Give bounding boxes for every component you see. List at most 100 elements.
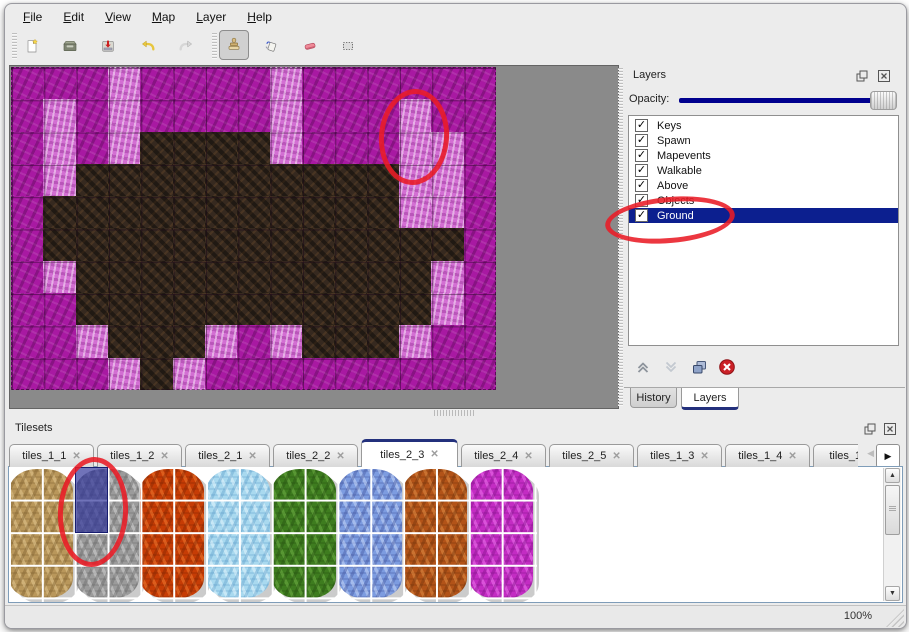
dock-tab-layers[interactable]: Layers [681,388,739,410]
opacity-slider-track[interactable] [679,98,895,103]
map-tile-dark-rock[interactable] [140,293,172,325]
map-tile-magenta-ground[interactable] [302,99,334,131]
map-tile-pink-tree[interactable] [108,99,140,131]
tileset-tree-ice-blue[interactable] [206,469,270,598]
layer-visibility-checkbox[interactable]: ✓ [635,209,648,222]
map-tile-magenta-ground[interactable] [205,358,237,390]
tileset-content[interactable]: ▲ ▼ [8,466,903,603]
map-tile-magenta-ground[interactable] [205,99,237,131]
map-tile-dark-rock[interactable] [205,196,237,228]
map-tile-dark-rock[interactable] [270,164,302,196]
map-tile-magenta-ground[interactable] [270,358,302,390]
map-tile-magenta-ground[interactable] [173,67,205,99]
map-tile-dark-rock[interactable] [205,164,237,196]
map-tile-pink-tree[interactable] [270,67,302,99]
tileset-tab-tiles_1_1[interactable]: tiles_1_1✕ [9,444,94,467]
map-canvas[interactable] [9,65,619,409]
dock-splitter-gripper[interactable] [618,68,623,406]
menu-item-view[interactable]: View [95,7,142,26]
float-panel-icon[interactable] [863,422,877,436]
map-tile-magenta-ground[interactable] [11,164,43,196]
tileset-tree-green[interactable] [272,469,336,598]
map-tile-dark-rock[interactable] [334,196,366,228]
map-tile-dark-rock[interactable] [43,196,75,228]
menu-item-layer[interactable]: Layer [186,7,237,26]
tileset-tab-tiles_2_1[interactable]: tiles_2_1✕ [185,444,270,467]
map-tile-pink-tree[interactable] [43,132,75,164]
tileset-scrollbar[interactable]: ▲ ▼ [883,468,901,601]
opacity-slider-handle[interactable] [870,91,897,110]
map-tile-magenta-ground[interactable] [140,67,172,99]
map-tile-dark-rock[interactable] [108,228,140,260]
menu-item-map[interactable]: Map [142,7,186,26]
tileset-tab-tiles_2_5[interactable]: tiles_2_5✕ [549,444,634,467]
map-tile-dark-rock[interactable] [302,164,334,196]
map-tile-dark-rock[interactable] [43,228,75,260]
toolbar-gripper[interactable] [212,33,217,59]
map-tile-pink-tree[interactable] [76,325,108,357]
tileset-tab-tiles_1_3[interactable]: tiles_1_3✕ [637,444,722,467]
map-tile-magenta-ground[interactable] [464,132,496,164]
map-tile-dark-rock[interactable] [140,196,172,228]
map-tile-magenta-ground[interactable] [43,67,75,99]
close-panel-icon[interactable] [877,69,891,83]
map-tile-pink-tree[interactable] [431,261,463,293]
fill-tool-button[interactable] [258,32,286,60]
map-tile-magenta-ground[interactable] [237,99,269,131]
map-tile-dark-rock[interactable] [76,196,108,228]
map-tile-magenta-ground[interactable] [464,261,496,293]
scroll-up-button[interactable]: ▲ [885,468,900,483]
map-tile-magenta-ground[interactable] [11,132,43,164]
tileset-tree-magenta[interactable] [469,469,533,598]
map-tile-magenta-ground[interactable] [464,164,496,196]
map-tile-dark-rock[interactable] [173,261,205,293]
float-panel-icon[interactable] [855,69,869,83]
map-tile-dark-rock[interactable] [302,196,334,228]
map-tile-magenta-ground[interactable] [205,67,237,99]
map-tile-pink-tree[interactable] [43,164,75,196]
map-tile-magenta-ground[interactable] [76,358,108,390]
delete-layer-button[interactable] [717,357,736,376]
map-tile-dark-rock[interactable] [334,293,366,325]
map-tile-magenta-ground[interactable] [43,325,75,357]
map-tile-magenta-ground[interactable] [76,67,108,99]
map-tile-dark-rock[interactable] [140,164,172,196]
map-tile-pink-tree[interactable] [399,325,431,357]
map-tile-dark-rock[interactable] [173,293,205,325]
map-tile-pink-tree[interactable] [108,132,140,164]
map-tile-pink-tree[interactable] [173,358,205,390]
map-tile-magenta-ground[interactable] [302,132,334,164]
map-tile-pink-tree[interactable] [399,132,431,164]
tab-close-icon[interactable]: ✕ [72,451,80,462]
tab-scroll-right-button[interactable]: ▶ [876,444,900,468]
map-tile-dark-rock[interactable] [108,293,140,325]
resize-grip[interactable] [886,609,904,627]
map-tile-magenta-ground[interactable] [140,99,172,131]
map-tile-magenta-ground[interactable] [11,228,43,260]
horizontal-splitter-handle[interactable] [434,410,474,416]
layer-row-objects[interactable]: ✓Objects [629,193,898,208]
map-tile-magenta-ground[interactable] [334,67,366,99]
map-tile-magenta-ground[interactable] [237,358,269,390]
layer-row-above[interactable]: ✓Above [629,178,898,193]
map-tile-dark-rock[interactable] [334,228,366,260]
save-button[interactable] [94,32,122,60]
map-tile-magenta-ground[interactable] [11,67,43,99]
map-tile-dark-rock[interactable] [108,325,140,357]
map-tile-magenta-ground[interactable] [431,99,463,131]
map-tile-magenta-ground[interactable] [464,196,496,228]
move-layer-up-button[interactable] [633,357,652,376]
tab-close-icon[interactable]: ✕ [248,451,256,462]
move-layer-down-button[interactable] [661,357,680,376]
layer-visibility-checkbox[interactable]: ✓ [635,179,648,192]
map-tile-dark-rock[interactable] [237,293,269,325]
map-tile-magenta-ground[interactable] [464,325,496,357]
map-tile-dark-rock[interactable] [173,196,205,228]
tileset-tree-red-orange[interactable] [140,469,204,598]
map-tile-dark-rock[interactable] [205,228,237,260]
map-tile-pink-tree[interactable] [399,99,431,131]
map-tile-dark-rock[interactable] [108,261,140,293]
map-tile-magenta-ground[interactable] [302,67,334,99]
map-tile-dark-rock[interactable] [302,293,334,325]
map-tile-dark-rock[interactable] [173,164,205,196]
